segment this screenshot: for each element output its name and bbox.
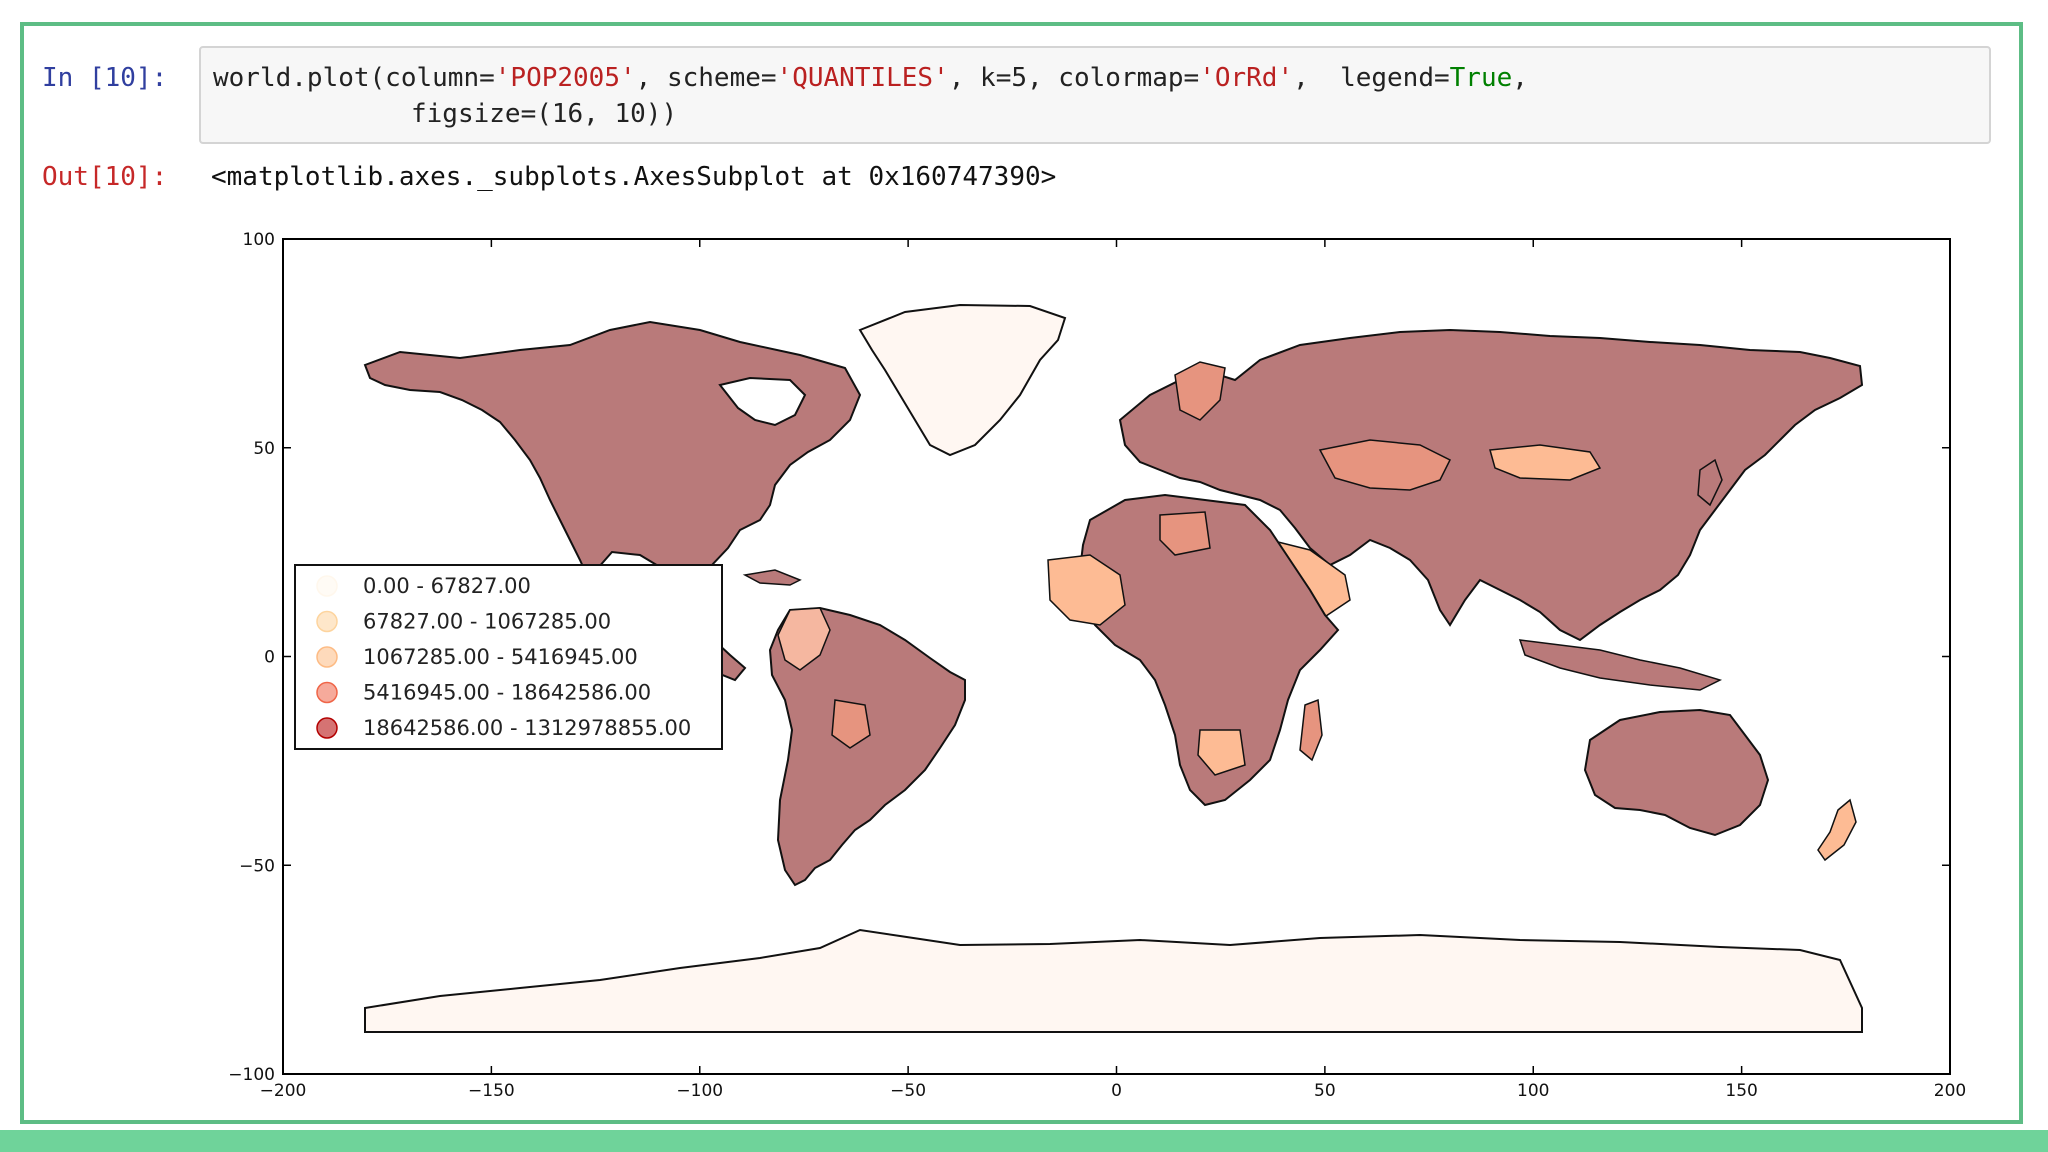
legend-label: 1067285.00 - 5416945.00 <box>363 645 638 669</box>
legend-label: 67827.00 - 1067285.00 <box>363 610 611 634</box>
x-tick-label: 200 <box>1934 1081 1966 1101</box>
x-tick-label: −100 <box>676 1081 723 1101</box>
x-tick-label: 100 <box>1517 1081 1549 1101</box>
legend-marker <box>316 717 338 739</box>
legend-label: 5416945.00 - 18642586.00 <box>363 681 651 705</box>
legend-marker <box>316 575 338 597</box>
y-tick-label: −100 <box>228 1065 275 1085</box>
x-tick-label: 150 <box>1725 1081 1757 1101</box>
legend-marker <box>316 646 338 668</box>
map-plot: −200 −150 −100 −50 0 50 100 150 200 100500−50−10… <box>228 230 1966 1101</box>
legend-marker <box>316 610 338 633</box>
legend: 0.00 - 67827.00 67827.00 - 1067285.00 1067… <box>294 564 723 750</box>
x-tick-label: 50 <box>1314 1081 1336 1101</box>
region-libya <box>1159 511 1211 556</box>
y-tick-label: 0 <box>264 648 275 668</box>
x-tick-label: −150 <box>468 1081 515 1101</box>
x-tick-label: −50 <box>890 1081 926 1101</box>
legend-label: 18642586.00 - 1312978855.00 <box>363 716 691 740</box>
y-tick-label: 50 <box>253 439 275 459</box>
y-tick-label: 100 <box>243 230 275 250</box>
legend-marker <box>316 681 338 704</box>
x-tick-label: 0 <box>1111 1081 1122 1101</box>
y-tick-label: −50 <box>239 856 275 876</box>
legend-label: 0.00 - 67827.00 <box>363 574 531 598</box>
